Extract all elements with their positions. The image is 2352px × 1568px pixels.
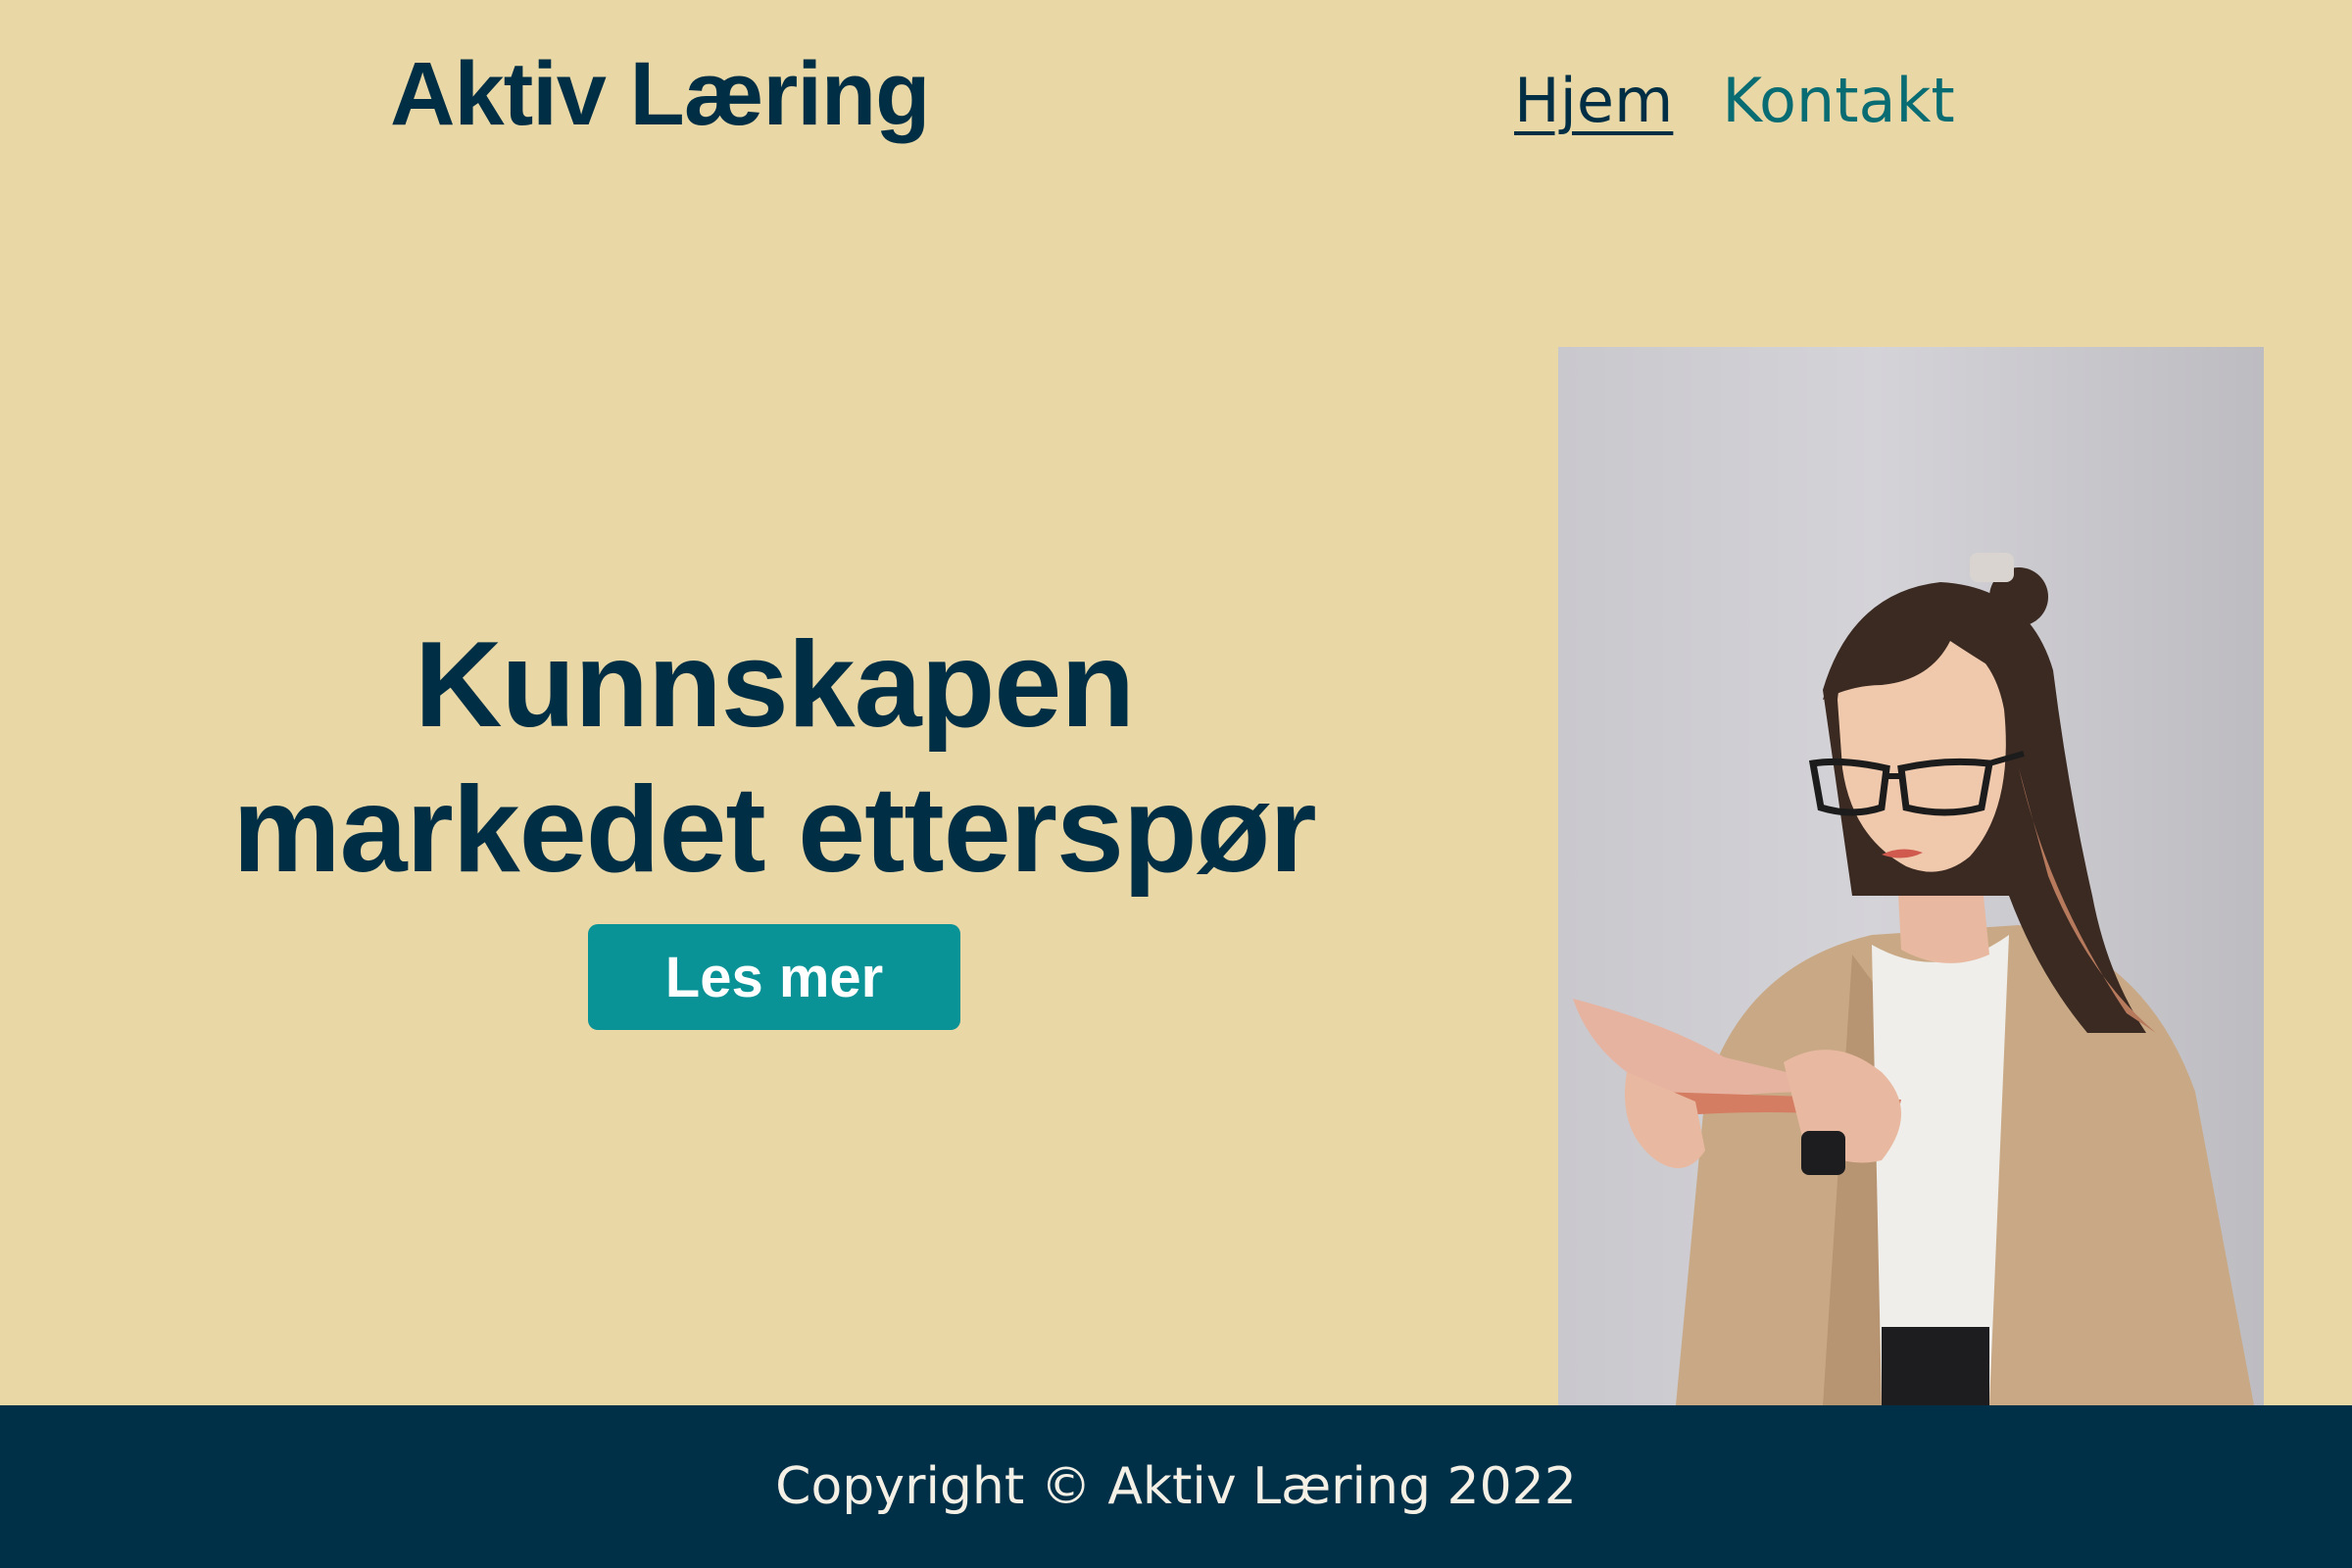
- nav-link-kontakt[interactable]: Kontakt: [1722, 71, 1954, 131]
- site-footer: Copyright © Aktiv Læring 2022: [0, 1405, 2352, 1568]
- woman-reading-illustration: [1573, 553, 2254, 1405]
- read-more-button[interactable]: Les mer: [588, 924, 960, 1030]
- brand-logo-text[interactable]: Aktiv Læring: [390, 49, 930, 139]
- hero-section: Kunnskapen markedet etterspør Les mer: [147, 612, 1401, 1030]
- hero-title: Kunnskapen markedet etterspør: [147, 612, 1401, 903]
- site-header: Aktiv Læring Hjem Kontakt: [0, 0, 2352, 225]
- hero-title-line-2: markedet etterspør: [232, 762, 1316, 898]
- hero-image: [1558, 347, 2264, 1405]
- nav-link-hjem[interactable]: Hjem: [1514, 71, 1673, 131]
- copyright-text: Copyright © Aktiv Læring 2022: [775, 1457, 1577, 1516]
- main-nav: Hjem Kontakt: [1514, 71, 1955, 131]
- hero-title-line-1: Kunnskapen: [414, 617, 1135, 753]
